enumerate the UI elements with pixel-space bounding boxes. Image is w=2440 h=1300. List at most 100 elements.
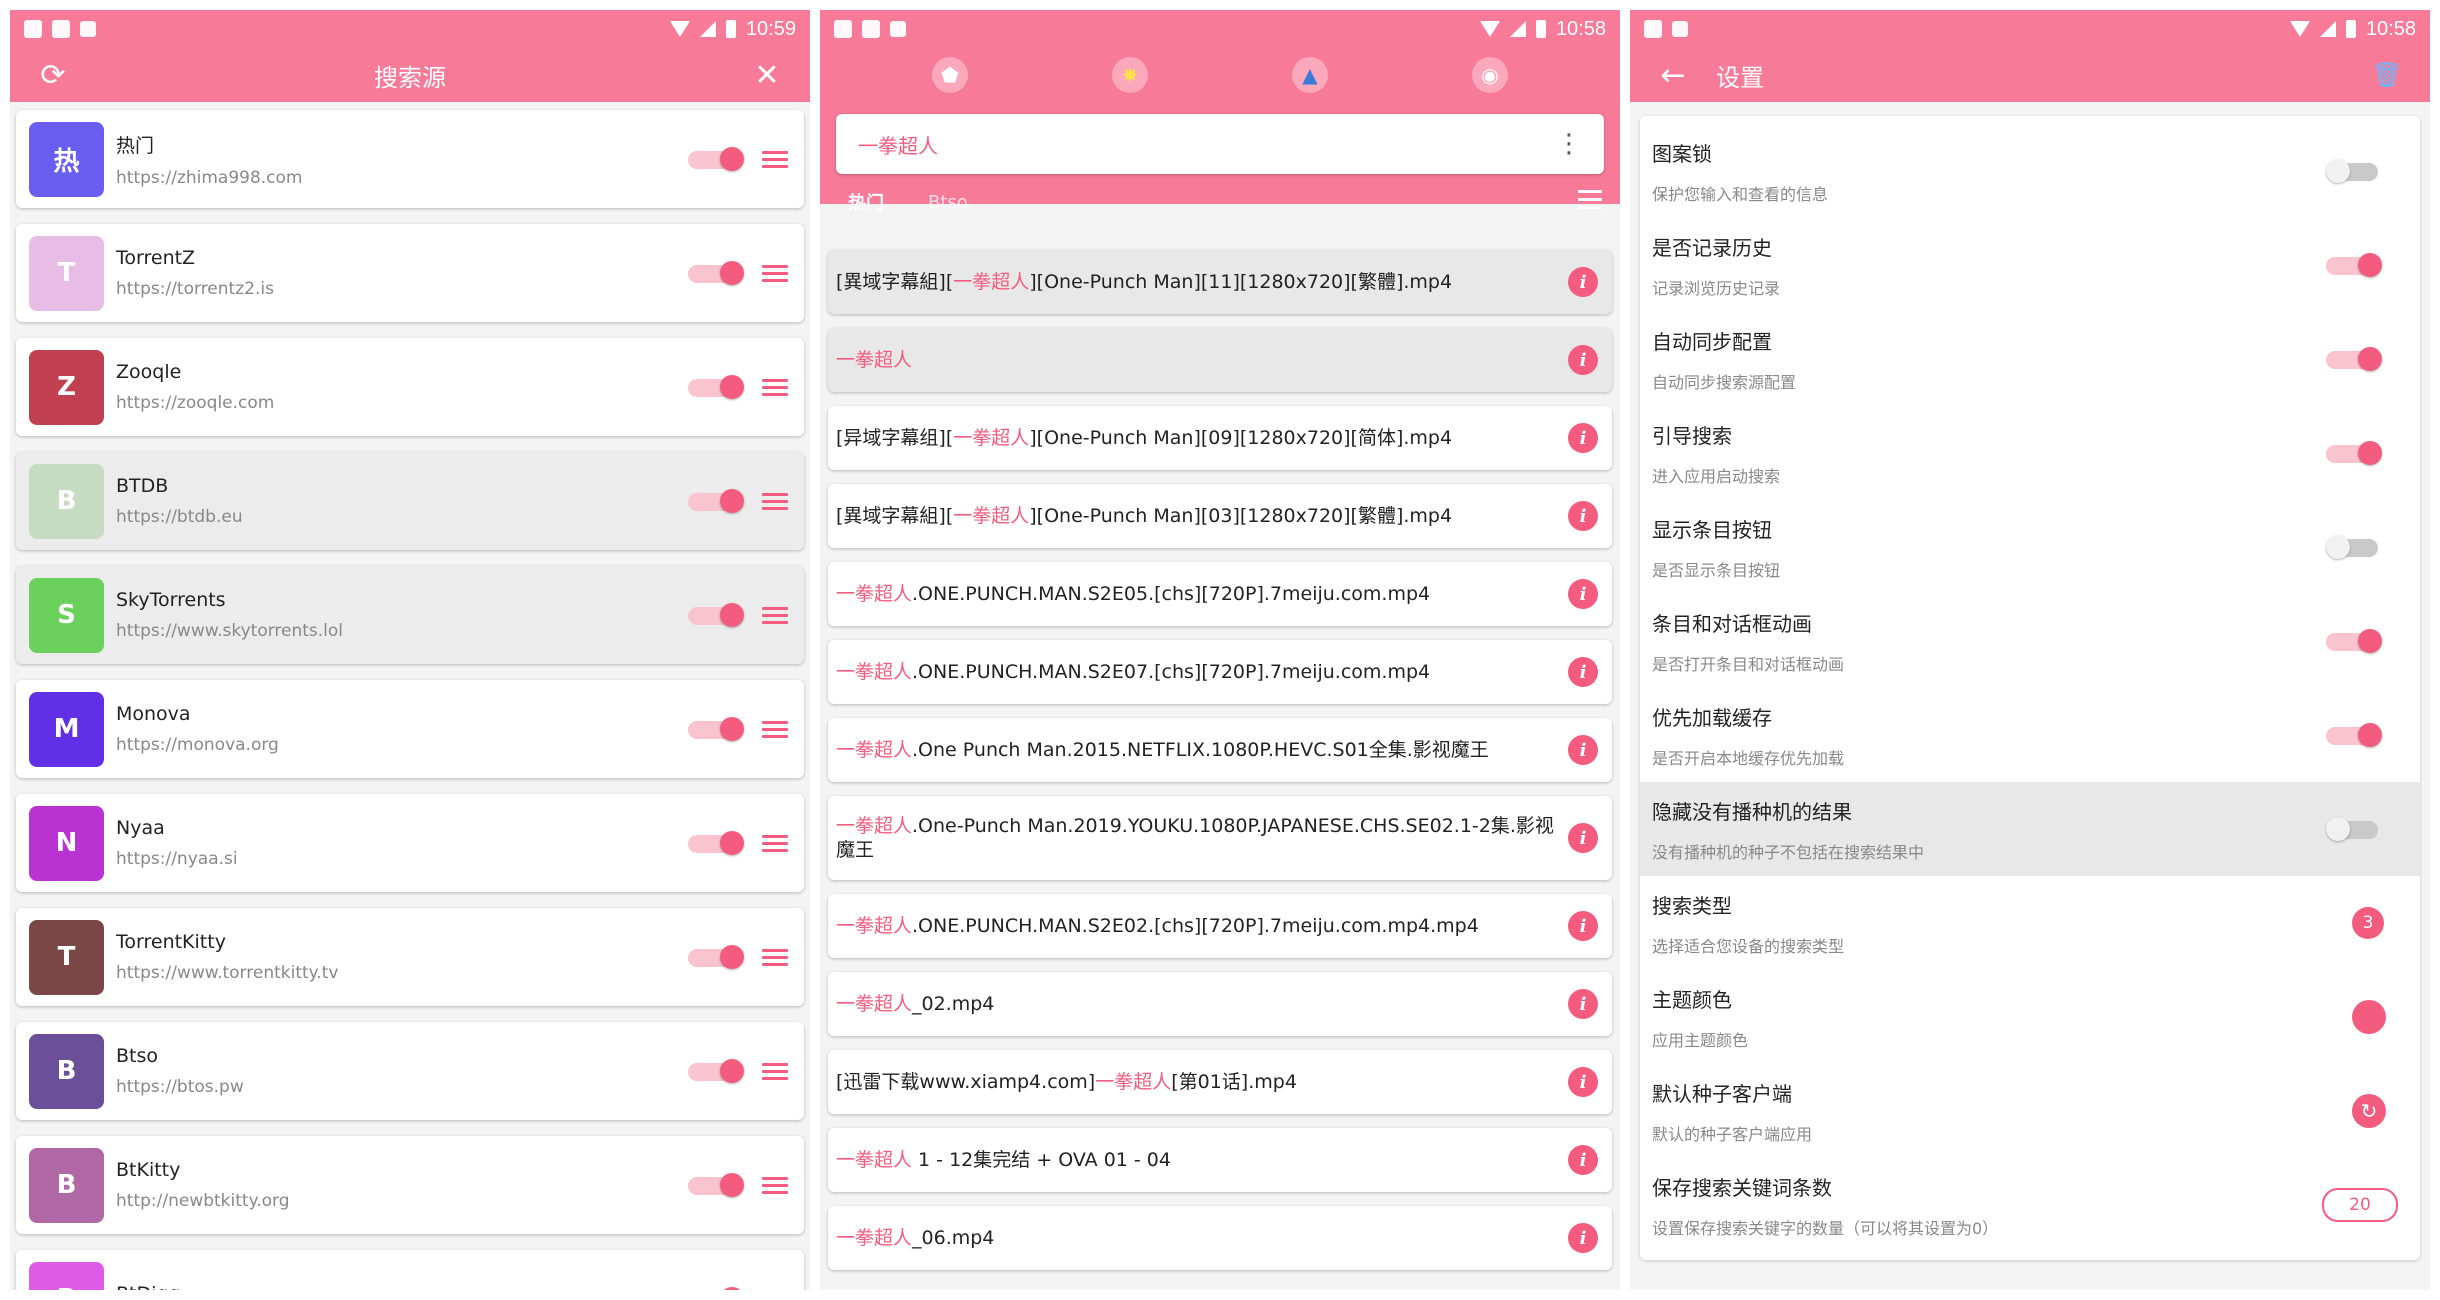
result-item[interactable]: [异域字幕组][一拳超人][One-Punch Man][09][1280x72… xyxy=(828,406,1612,470)
info-icon[interactable]: i xyxy=(1568,423,1598,453)
drag-handle-icon[interactable] xyxy=(760,492,790,510)
setting-toggle[interactable] xyxy=(2326,626,2382,656)
setting-row[interactable]: 搜索类型 选择适合您设备的搜索类型 3 xyxy=(1640,876,2420,970)
drag-handle-icon[interactable] xyxy=(760,834,790,852)
result-item[interactable]: 一拳超人 1 - 12集完结 + OVA 01 - 04 i xyxy=(828,1128,1612,1192)
star-icon[interactable]: ✸ xyxy=(1112,57,1148,93)
refresh-icon[interactable]: ⟳ xyxy=(36,58,70,93)
setting-row[interactable]: 图案锁 保护您输入和查看的信息 xyxy=(1640,124,2420,218)
setting-row[interactable]: 隐藏没有播种机的结果 没有播种机的种子不包括在搜索结果中 xyxy=(1640,782,2420,876)
info-icon[interactable]: i xyxy=(1568,1067,1598,1097)
source-row[interactable]: S SkyTorrents https://www.skytorrents.lol xyxy=(16,566,804,664)
setting-subtitle: 是否打开条目和对话框动画 xyxy=(1652,654,1845,674)
landscape-icon[interactable]: ▲ xyxy=(1292,57,1328,93)
result-item[interactable]: [異域字幕組][一拳超人][One-Punch Man][11][1280x72… xyxy=(828,250,1612,314)
setting-toggle[interactable] xyxy=(2326,532,2382,562)
setting-toggle[interactable] xyxy=(2326,720,2382,750)
setting-row[interactable]: 优先加载缓存 是否开启本地缓存优先加载 xyxy=(1640,688,2420,782)
source-url: https://www.skytorrents.lol xyxy=(116,621,344,641)
source-name: SkyTorrents xyxy=(116,589,226,611)
tab-hot[interactable]: 热门 xyxy=(848,189,884,215)
trash-icon[interactable]: 🗑 xyxy=(2370,58,2404,92)
result-item[interactable]: [迅雷下载www.xiamp4.com]一拳超人[第01话].mp4 i xyxy=(828,1050,1612,1114)
result-item[interactable]: 一拳超人.One-Punch Man.2019.YOUKU.1080P.JAPA… xyxy=(828,796,1612,880)
source-row[interactable]: N Nyaa https://nyaa.si xyxy=(16,794,804,892)
source-toggle[interactable] xyxy=(688,828,744,858)
theme-color-swatch[interactable] xyxy=(2352,1000,2386,1034)
setting-row[interactable]: 显示条目按钮 是否显示条目按钮 xyxy=(1640,500,2420,594)
drag-handle-icon[interactable] xyxy=(760,720,790,738)
setting-toggle[interactable] xyxy=(2326,438,2382,468)
info-icon[interactable]: i xyxy=(1568,657,1598,687)
drag-handle-icon[interactable] xyxy=(760,1062,790,1080)
setting-toggle[interactable] xyxy=(2326,250,2382,280)
source-toggle[interactable] xyxy=(688,144,744,174)
source-toggle[interactable] xyxy=(688,1056,744,1086)
setting-row[interactable]: 引导搜索 进入应用启动搜索 xyxy=(1640,406,2420,500)
rss-icon[interactable]: ◉ xyxy=(1472,57,1508,93)
drag-handle-icon[interactable] xyxy=(760,378,790,396)
search-query[interactable]: 一拳超人 xyxy=(858,130,1556,159)
setting-row[interactable]: 是否记录历史 记录浏览历史记录 xyxy=(1640,218,2420,312)
back-arrow-icon[interactable]: ← xyxy=(1656,58,1690,93)
info-icon[interactable]: i xyxy=(1568,267,1598,297)
source-row[interactable]: B BTDB https://btdb.eu xyxy=(16,452,804,550)
info-icon[interactable]: i xyxy=(1568,345,1598,375)
tab-btso[interactable]: Btso xyxy=(928,192,968,213)
source-toggle[interactable] xyxy=(688,486,744,516)
setting-toggle[interactable] xyxy=(2326,156,2382,186)
menu-icon[interactable] xyxy=(1578,190,1602,209)
source-toggle[interactable] xyxy=(688,714,744,744)
source-row[interactable]: B BtDigg xyxy=(16,1250,804,1290)
setting-row[interactable]: 默认种子客户端 默认的种子客户端应用 ↻ xyxy=(1640,1064,2420,1158)
search-type-badge[interactable]: 3 xyxy=(2352,907,2384,939)
setting-title: 优先加载缓存 xyxy=(1652,705,1772,730)
info-icon[interactable]: i xyxy=(1568,735,1598,765)
result-item[interactable]: 一拳超人.ONE.PUNCH.MAN.S2E02.[chs][720P].7me… xyxy=(828,894,1612,958)
result-item[interactable]: 一拳超人_02.mp4 i xyxy=(828,972,1612,1036)
info-icon[interactable]: i xyxy=(1568,579,1598,609)
source-row[interactable]: B Btso https://btos.pw xyxy=(16,1022,804,1120)
source-toggle[interactable] xyxy=(688,1170,744,1200)
info-icon[interactable]: i xyxy=(1568,1145,1598,1175)
setting-row[interactable]: 保存搜索关键词条数 设置保存搜索关键字的数量（可以将其设置为0） 20 xyxy=(1640,1158,2420,1252)
drag-handle-icon[interactable] xyxy=(760,606,790,624)
source-row[interactable]: T TorrentKitty https://www.torrentkitty.tv xyxy=(16,908,804,1006)
source-row[interactable]: Z Zooqle https://zooqle.com xyxy=(16,338,804,436)
source-toggle[interactable] xyxy=(688,600,744,630)
home-icon[interactable]: ⬟ xyxy=(932,57,968,93)
keyword-count-pill[interactable]: 20 xyxy=(2322,1188,2398,1222)
setting-toggle[interactable] xyxy=(2326,344,2382,374)
source-toggle[interactable] xyxy=(688,942,744,972)
source-row[interactable]: T TorrentZ https://torrentz2.is xyxy=(16,224,804,322)
info-icon[interactable]: i xyxy=(1568,823,1598,853)
drag-handle-icon[interactable] xyxy=(760,1176,790,1194)
source-row[interactable]: M Monova https://monova.org xyxy=(16,680,804,778)
result-item[interactable]: [異域字幕組][一拳超人][One-Punch Man][03][1280x72… xyxy=(828,484,1612,548)
close-icon[interactable]: ✕ xyxy=(750,58,784,93)
setting-row[interactable]: 主题颜色 应用主题颜色 xyxy=(1640,970,2420,1064)
info-icon[interactable]: i xyxy=(1568,911,1598,941)
info-icon[interactable]: i xyxy=(1568,1223,1598,1253)
source-toggle[interactable] xyxy=(688,1284,744,1290)
source-row[interactable]: B BtKitty http://newbtkitty.org xyxy=(16,1136,804,1234)
drag-handle-icon[interactable] xyxy=(760,150,790,168)
drag-handle-icon[interactable] xyxy=(760,264,790,282)
search-box[interactable]: 一拳超人 ⋮ xyxy=(836,114,1604,174)
download-client-icon[interactable]: ↻ xyxy=(2352,1094,2386,1128)
setting-toggle[interactable] xyxy=(2326,814,2382,844)
result-item[interactable]: 一拳超人.ONE.PUNCH.MAN.S2E07.[chs][720P].7me… xyxy=(828,640,1612,704)
drag-handle-icon[interactable] xyxy=(760,948,790,966)
source-row[interactable]: 热热门 https://zhima998.com xyxy=(16,110,804,208)
source-toggle[interactable] xyxy=(688,372,744,402)
setting-row[interactable]: 自动同步配置 自动同步搜索源配置 xyxy=(1640,312,2420,406)
result-item[interactable]: 一拳超人 i xyxy=(828,328,1612,392)
more-vert-icon[interactable]: ⋮ xyxy=(1556,129,1582,159)
source-toggle[interactable] xyxy=(688,258,744,288)
info-icon[interactable]: i xyxy=(1568,989,1598,1019)
info-icon[interactable]: i xyxy=(1568,501,1598,531)
result-item[interactable]: 一拳超人.ONE.PUNCH.MAN.S2E05.[chs][720P].7me… xyxy=(828,562,1612,626)
result-item[interactable]: 一拳超人.One Punch Man.2015.NETFLIX.1080P.HE… xyxy=(828,718,1612,782)
result-item[interactable]: 一拳超人_06.mp4 i xyxy=(828,1206,1612,1270)
setting-row[interactable]: 条目和对话框动画 是否打开条目和对话框动画 xyxy=(1640,594,2420,688)
